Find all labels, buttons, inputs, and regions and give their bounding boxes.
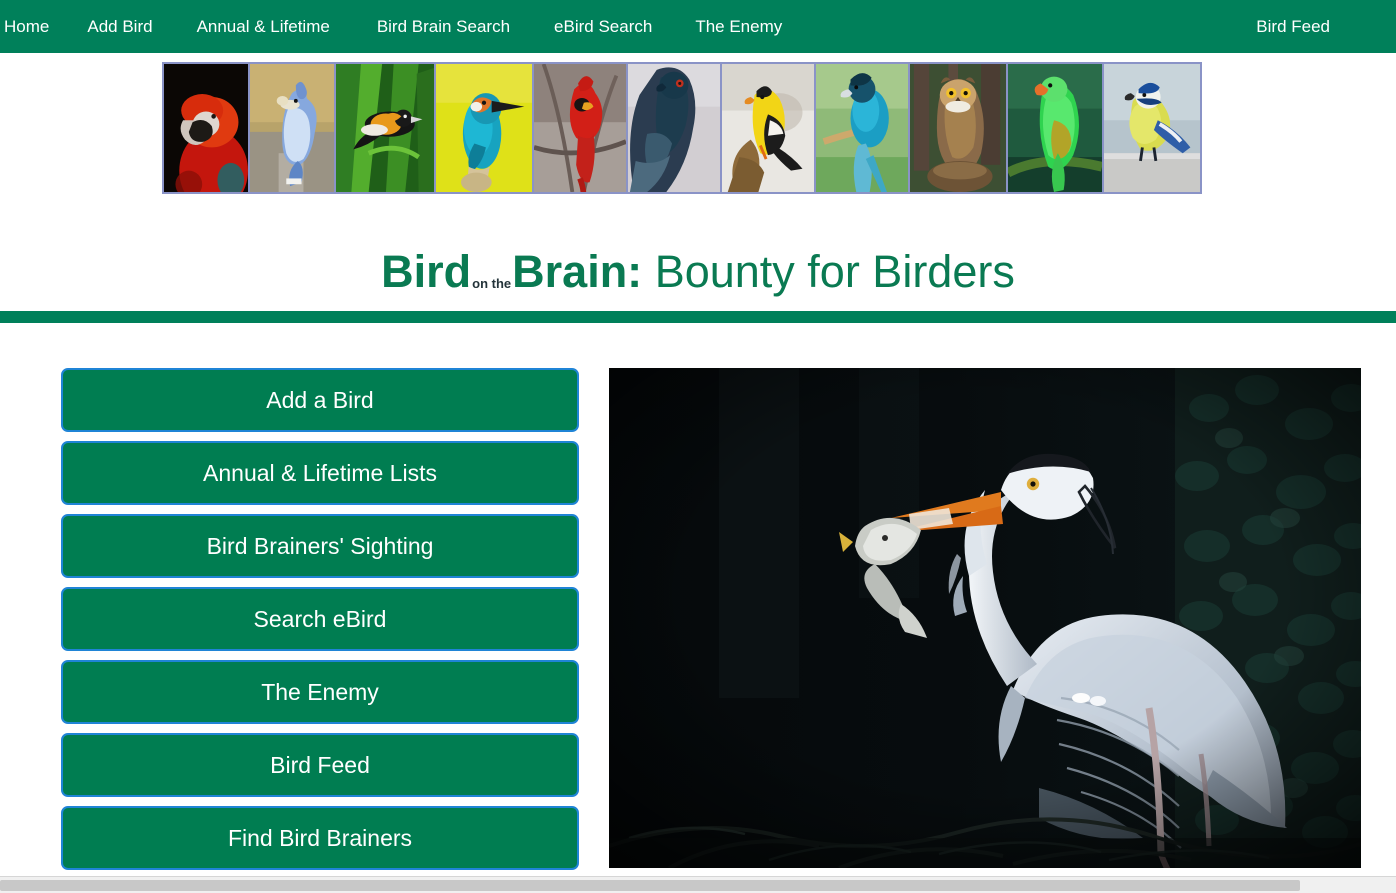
- nav-bird-brain-search[interactable]: Bird Brain Search: [377, 12, 510, 41]
- thumbnail-blue-jay[interactable]: [248, 62, 336, 194]
- nav-home[interactable]: Home: [4, 12, 49, 41]
- cardinal-image: [534, 64, 626, 192]
- thumbnail-flycatcher[interactable]: [814, 62, 910, 194]
- blue-jay-image: [250, 64, 334, 192]
- title-part-bounty: Bounty for Birders: [654, 246, 1015, 297]
- bird-thumbnail-strip: [162, 62, 1235, 194]
- nav-annual-lifetime[interactable]: Annual & Lifetime: [197, 12, 330, 41]
- thumbnail-parrot[interactable]: [1006, 62, 1104, 194]
- thumbnail-owl[interactable]: [908, 62, 1008, 194]
- menu-button-annual-lifetime-lists[interactable]: Annual & Lifetime Lists: [61, 441, 579, 505]
- nav-add-bird[interactable]: Add Bird: [87, 12, 152, 41]
- kingfisher-image: [436, 64, 532, 192]
- top-navigation-bar: Home Add Bird Annual & Lifetime Bird Bra…: [0, 0, 1396, 53]
- menu-button-bird-brainers-sighting[interactable]: Bird Brainers' Sighting: [61, 514, 579, 578]
- nav-left-group: Home Add Bird Annual & Lifetime Bird Bra…: [0, 12, 782, 41]
- main-menu-column: Add a Bird Annual & Lifetime Lists Bird …: [61, 368, 579, 879]
- heron-illustration: [609, 368, 1361, 868]
- thumbnail-goldfinch[interactable]: [720, 62, 816, 194]
- parrot-image: [1008, 64, 1102, 192]
- menu-button-add-a-bird[interactable]: Add a Bird: [61, 368, 579, 432]
- pigeon-image: [628, 64, 720, 192]
- title-part-on-the: on the: [472, 276, 512, 291]
- owl-image: [910, 64, 1006, 192]
- thumbnail-macaw[interactable]: [162, 62, 250, 194]
- horizontal-scrollbar-thumb[interactable]: [0, 880, 1300, 891]
- thumbnail-kingfisher[interactable]: [434, 62, 534, 194]
- horizontal-scrollbar[interactable]: [0, 876, 1396, 893]
- menu-button-find-bird-brainers[interactable]: Find Bird Brainers: [61, 806, 579, 870]
- thumbnail-pigeon[interactable]: [626, 62, 722, 194]
- thumbnail-oriole[interactable]: [334, 62, 436, 194]
- blue-tit-image: [1104, 64, 1200, 192]
- menu-button-search-ebird[interactable]: Search eBird: [61, 587, 579, 651]
- thumbnail-cardinal[interactable]: [532, 62, 628, 194]
- macaw-image: [164, 64, 248, 192]
- menu-button-bird-feed[interactable]: Bird Feed: [61, 733, 579, 797]
- goldfinch-image: [722, 64, 814, 192]
- nav-the-enemy[interactable]: The Enemy: [695, 12, 782, 41]
- title-part-bird: Bird: [381, 246, 472, 297]
- page-title: Birdon theBrain: Bounty for Birders: [0, 243, 1396, 312]
- flycatcher-image: [816, 64, 908, 192]
- nav-ebird-search[interactable]: eBird Search: [554, 12, 652, 41]
- title-part-brain: Brain:: [512, 246, 643, 297]
- nav-bird-feed[interactable]: Bird Feed: [1256, 12, 1330, 41]
- oriole-image: [336, 64, 434, 192]
- menu-button-the-enemy[interactable]: The Enemy: [61, 660, 579, 724]
- green-divider-bar: [0, 311, 1396, 323]
- thumbnail-blue-tit[interactable]: [1102, 62, 1202, 194]
- hero-heron-image: [609, 368, 1361, 868]
